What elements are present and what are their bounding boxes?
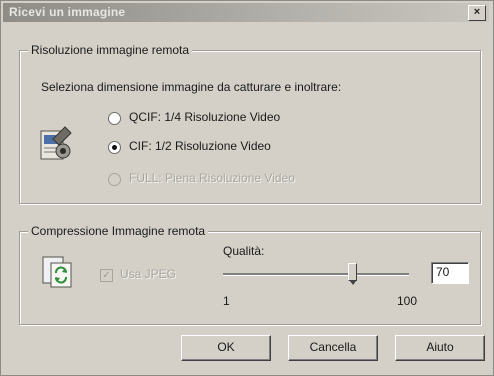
resolution-prompt: Seleziona dimensione immagine da cattura… <box>41 80 342 94</box>
use-jpeg-label: Usa JPEG <box>120 267 177 281</box>
quality-label: Qualità: <box>223 244 265 258</box>
quality-slider-thumb[interactable] <box>348 263 357 285</box>
image-refresh-icon <box>41 255 73 289</box>
option-cif-label[interactable]: CIF: 1/2 Risoluzione Video <box>129 139 271 153</box>
slider-min-label: 1 <box>223 294 230 308</box>
use-jpeg-checkbox: ✓ <box>100 269 113 282</box>
window-title: Ricevi un immagine <box>9 5 126 19</box>
title-bar[interactable]: Ricevi un immagine × <box>3 3 489 22</box>
close-button[interactable]: × <box>468 5 486 21</box>
camera-settings-icon <box>39 125 73 163</box>
resolution-legend: Risoluzione immagine remota <box>28 43 193 57</box>
radio-cif[interactable] <box>108 141 121 154</box>
close-icon: × <box>473 6 481 18</box>
dialog-window: Ricevi un immagine × Risoluzione immagin… <box>0 0 494 376</box>
radio-full <box>108 173 121 186</box>
quality-value-input[interactable]: 70 <box>431 262 469 284</box>
ok-button[interactable]: OK <box>181 335 271 361</box>
slider-max-label: 100 <box>397 294 418 308</box>
option-qcif-label[interactable]: QCIF: 1/4 Risoluzione Video <box>129 110 280 124</box>
cancel-button[interactable]: Cancella <box>288 335 378 361</box>
compression-legend: Compressione Immagine remota <box>28 224 209 238</box>
help-button[interactable]: Aiuto <box>395 335 485 361</box>
radio-qcif[interactable] <box>108 112 121 125</box>
option-full-label: FULL: Piena Risoluzione Video <box>129 171 295 185</box>
quality-slider-track[interactable] <box>223 273 409 276</box>
